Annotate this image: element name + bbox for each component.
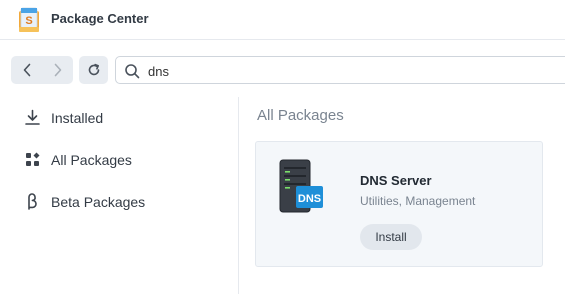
dns-server-icon: DNS	[279, 159, 323, 213]
forward-button[interactable]	[42, 56, 73, 84]
sidebar-item-installed[interactable]: Installed	[0, 100, 238, 134]
sidebar-item-all-packages[interactable]: All Packages	[0, 142, 238, 176]
title-bar: S Package Center	[0, 0, 565, 40]
section-title: All Packages	[257, 107, 344, 124]
sidebar-item-beta-packages[interactable]: Beta Packages	[0, 184, 238, 218]
refresh-icon	[88, 63, 99, 76]
search-icon	[125, 64, 140, 79]
grid-icon	[24, 151, 41, 168]
history-nav-group	[11, 56, 73, 84]
sidebar-item-label: All Packages	[51, 152, 132, 168]
download-icon	[24, 109, 41, 126]
window-title: Package Center	[51, 11, 149, 26]
search-box[interactable]	[115, 56, 565, 84]
package-card[interactable]: DNS DNS Server Utilities, Management Ins…	[255, 141, 543, 267]
back-button[interactable]	[11, 56, 42, 84]
beta-icon	[24, 193, 41, 210]
sidebar: Installed All Packages Beta Packages	[0, 97, 239, 294]
chevron-left-icon	[23, 63, 30, 77]
dns-icon-text: DNS	[298, 193, 321, 205]
svg-text:S: S	[25, 15, 32, 27]
toolbar	[0, 40, 565, 97]
main-content: All Packages DNS DNS Server Utilities, M…	[240, 97, 565, 294]
search-input[interactable]	[148, 62, 548, 80]
install-button[interactable]: Install	[360, 224, 422, 250]
sidebar-item-label: Installed	[51, 110, 104, 126]
package-name: DNS Server	[360, 173, 432, 188]
package-center-logo-icon: S	[19, 7, 39, 32]
refresh-button[interactable]	[79, 56, 108, 84]
package-category: Utilities, Management	[360, 194, 476, 208]
sidebar-item-label: Beta Packages	[51, 194, 146, 210]
chevron-right-icon	[54, 63, 61, 77]
